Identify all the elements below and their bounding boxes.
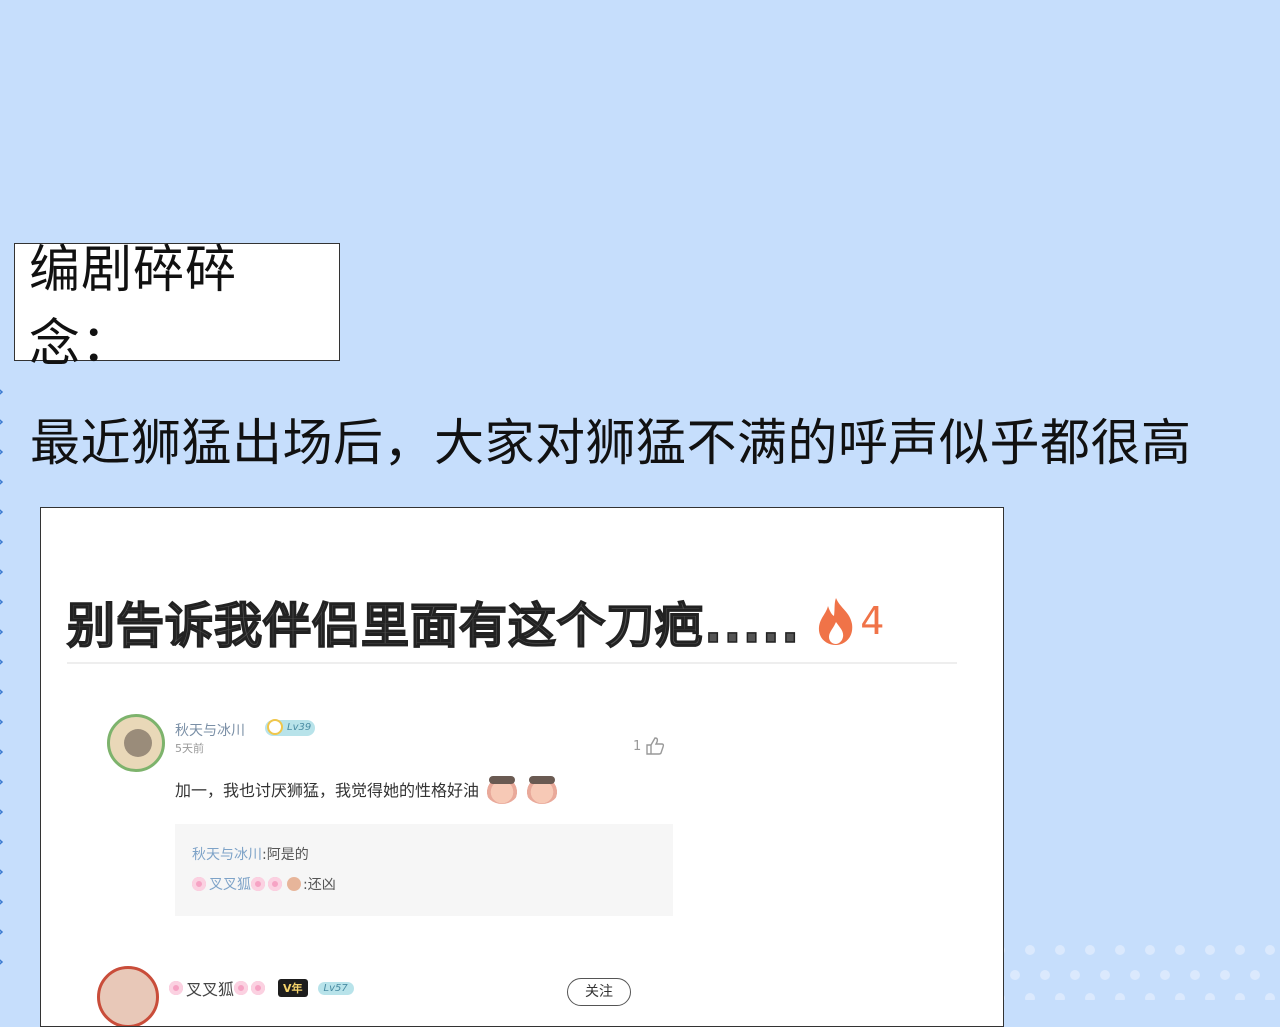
fire-icon xyxy=(819,598,853,645)
flower-icon xyxy=(234,981,249,995)
reply-name[interactable]: 秋天与冰川 xyxy=(192,844,262,864)
dot-pattern xyxy=(995,945,1275,1000)
emoji-icon xyxy=(287,877,301,891)
like-button[interactable]: 1 xyxy=(633,736,665,756)
comment-username[interactable]: 秋天与冰川 xyxy=(175,720,245,740)
intro-text: 最近狮猛出场后，大家对狮猛不满的呼声似乎都很高 xyxy=(30,414,1192,472)
comment-text: 加一，我也讨厌狮猛，我觉得她的性格好油 xyxy=(175,781,480,800)
post-title: 别告诉我伴侣里面有这个刀疤..... xyxy=(66,597,801,655)
hot-count: 4 xyxy=(860,599,885,643)
heading-text: 编剧碎碎念： xyxy=(29,241,238,374)
follow-button[interactable]: 关注 xyxy=(567,978,631,1006)
flower-icon xyxy=(192,877,206,891)
reply-item: 秋天与冰川 :阿是的 xyxy=(192,844,309,864)
comment-user-row: 叉叉狐 V年 Lv57 xyxy=(169,976,354,1000)
forum-screenshot: 别告诉我伴侣里面有这个刀疤..... 4 秋天与冰川 Lv39 5天前 1 加一… xyxy=(40,507,1004,1027)
reply-text: :还凶 xyxy=(303,877,336,893)
reply-text: :阿是的 xyxy=(262,847,309,863)
comment-text-row: 加一，我也讨厌狮猛，我觉得她的性格好油 xyxy=(175,774,560,804)
flower-icon xyxy=(268,877,282,891)
vip-badge: V年 xyxy=(278,979,308,997)
edge-decoration xyxy=(0,389,4,965)
emoji-icon xyxy=(485,774,520,804)
flower-icon xyxy=(251,877,265,891)
reply-box[interactable]: 秋天与冰川 :阿是的 叉叉狐 :还凶 xyxy=(175,824,673,916)
comment-time: 5天前 xyxy=(175,742,204,755)
emoji-icon xyxy=(525,774,560,804)
reply-item: 叉叉狐 :还凶 xyxy=(192,874,336,894)
post-header: 别告诉我伴侣里面有这个刀疤..... 4 xyxy=(66,580,957,664)
level-badge: Lv57 xyxy=(317,981,354,995)
avatar[interactable] xyxy=(107,714,165,772)
reply-name[interactable]: 叉叉狐 xyxy=(209,874,251,894)
level-badge: Lv39 xyxy=(265,719,316,736)
writer-notes-heading: 编剧碎碎念： xyxy=(14,241,340,374)
flower-icon xyxy=(251,981,266,995)
flower-icon xyxy=(169,981,183,995)
thumb-up-icon xyxy=(646,737,665,755)
like-count: 1 xyxy=(633,738,642,754)
comment-username[interactable]: 叉叉狐 xyxy=(186,976,234,1000)
avatar[interactable] xyxy=(97,966,159,1026)
